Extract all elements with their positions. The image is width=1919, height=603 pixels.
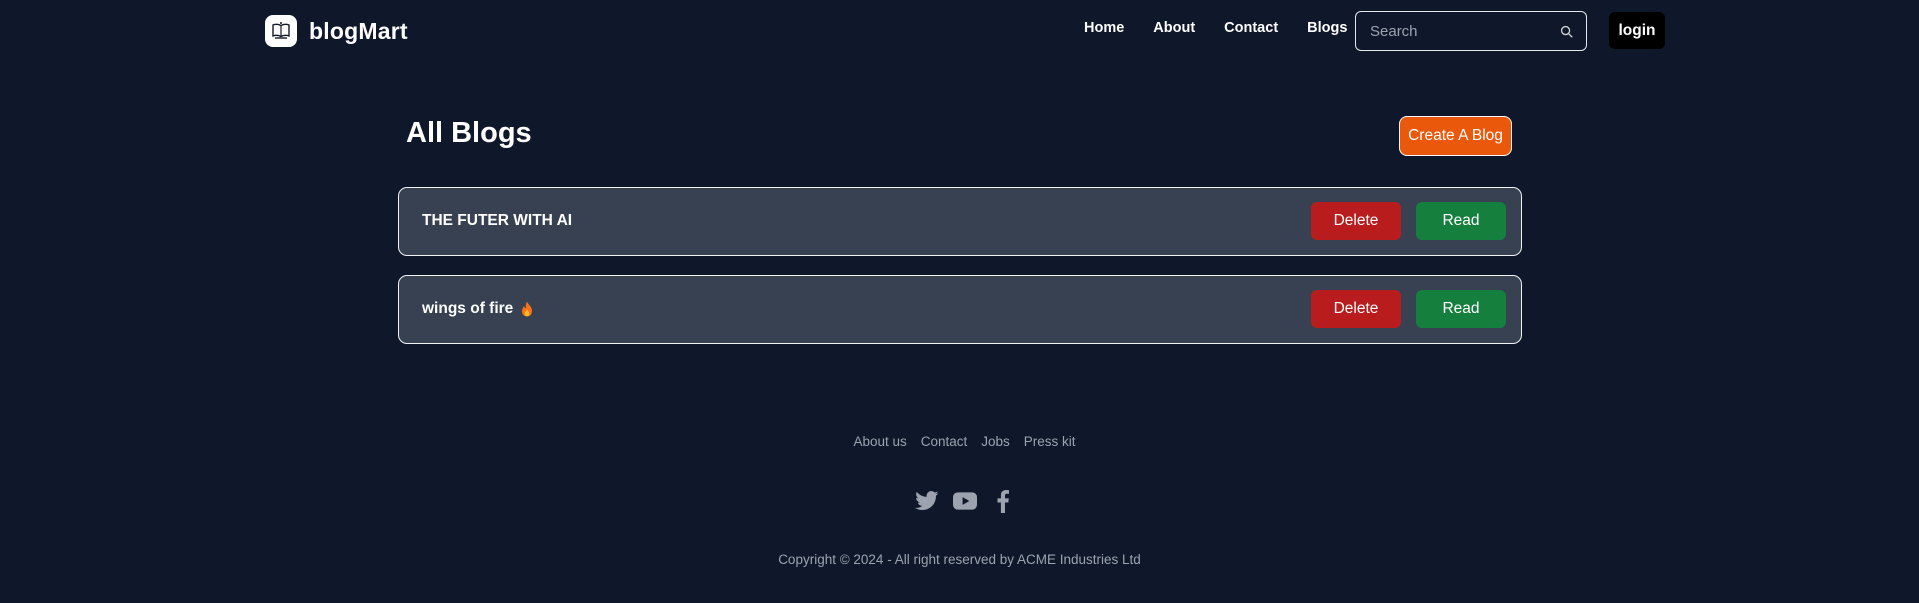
login-button[interactable]: login xyxy=(1609,12,1665,49)
facebook-icon[interactable] xyxy=(991,489,1015,513)
read-button[interactable]: Read xyxy=(1416,202,1506,240)
footer-link-contact[interactable]: Contact xyxy=(921,434,968,449)
blog-title-text: wings of fire xyxy=(422,300,514,317)
search-box xyxy=(1355,11,1587,51)
blog-title-text: THE FUTER WITH AI xyxy=(422,212,573,229)
social-links xyxy=(0,489,1919,513)
fire-icon xyxy=(522,301,533,317)
footer-link-press-kit[interactable]: Press kit xyxy=(1024,434,1076,449)
navbar: blogMart Home About Contact Blogs login xyxy=(0,0,1919,62)
delete-button[interactable]: Delete xyxy=(1311,290,1401,328)
nav-link-home[interactable]: Home xyxy=(1084,20,1124,36)
footer-link-about-us[interactable]: About us xyxy=(853,434,906,449)
delete-button[interactable]: Delete xyxy=(1311,202,1401,240)
nav-link-contact[interactable]: Contact xyxy=(1224,20,1278,36)
footer-links: About us Contact Jobs Press kit xyxy=(0,434,1919,449)
blog-title: THE FUTER WITH AI xyxy=(422,212,572,230)
book-logo-icon xyxy=(265,15,297,47)
copyright-text: Copyright © 2024 - All right reserved by… xyxy=(778,552,1141,567)
nav-link-about[interactable]: About xyxy=(1153,20,1195,36)
brand-name: blogMart xyxy=(309,17,408,44)
twitter-icon[interactable] xyxy=(914,489,939,513)
youtube-icon[interactable] xyxy=(952,489,977,513)
search-icon[interactable] xyxy=(1560,25,1573,38)
footer-link-jobs[interactable]: Jobs xyxy=(981,434,1010,449)
brand-link[interactable]: blogMart xyxy=(265,15,408,47)
page: blogMart Home About Contact Blogs login … xyxy=(0,0,1919,603)
nav-links: Home About Contact Blogs xyxy=(1084,20,1376,36)
blog-card: wings of fire Delete Read xyxy=(398,275,1522,344)
page-title: All Blogs xyxy=(406,117,532,149)
create-blog-button[interactable]: Create A Blog xyxy=(1399,116,1512,156)
read-button[interactable]: Read xyxy=(1416,290,1506,328)
nav-link-blogs[interactable]: Blogs xyxy=(1307,20,1347,36)
search-input[interactable] xyxy=(1370,22,1550,40)
blog-card: THE FUTER WITH AI Delete Read xyxy=(398,187,1522,256)
blog-title: wings of fire xyxy=(422,300,533,318)
